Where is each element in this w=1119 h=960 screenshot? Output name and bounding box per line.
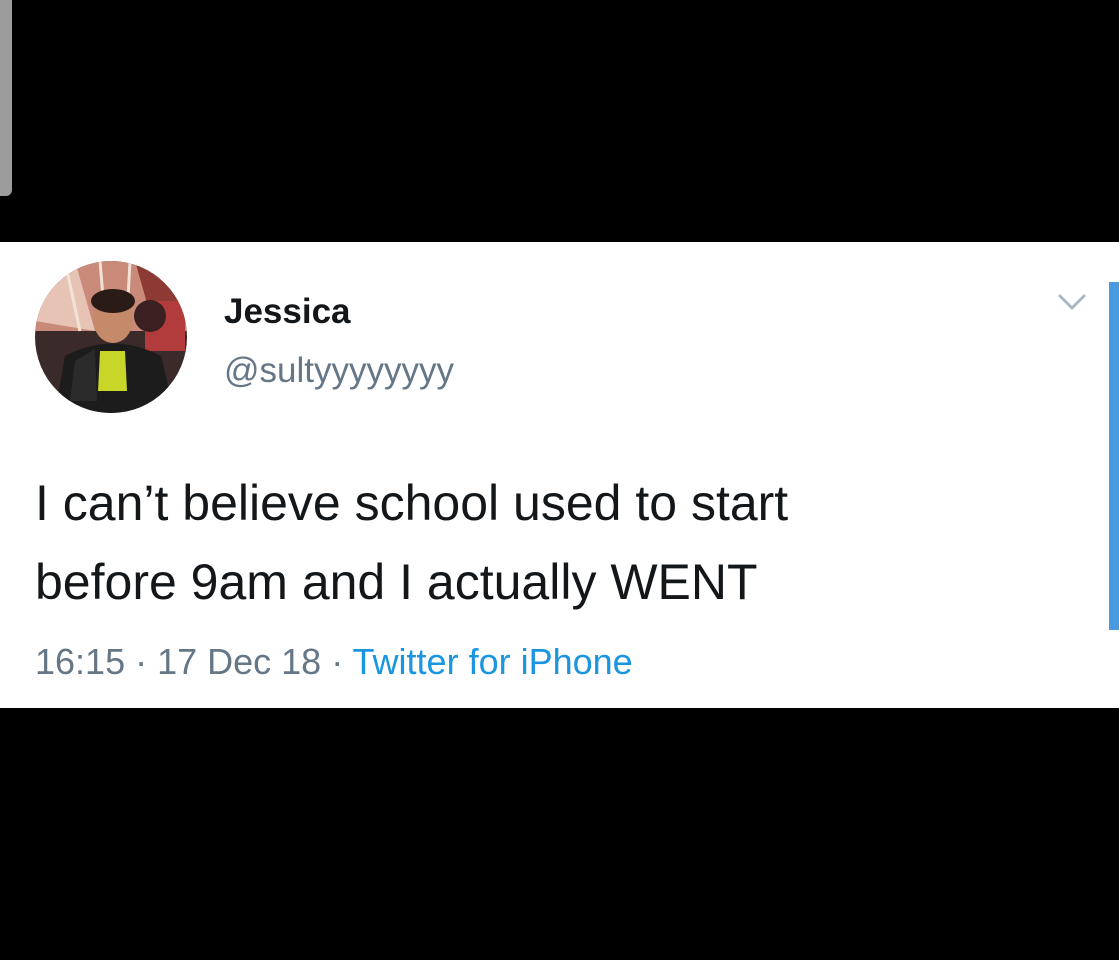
meta-separator: · — [321, 641, 353, 682]
display-name[interactable]: Jessica — [224, 292, 351, 332]
tweet-text-line: I can’t believe school used to start — [35, 475, 789, 531]
meta-separator: · — [125, 641, 158, 682]
tweet-source-link[interactable]: Twitter for iPhone — [353, 641, 633, 682]
tweet-card: Jessica @sultyyyyyyyy I can’t believe sc… — [0, 242, 1119, 708]
tweet-time[interactable]: 16:15 — [35, 641, 125, 682]
tweet-meta: 16:15 · 17 Dec 18 · Twitter for iPhone — [35, 641, 633, 683]
corner-handle — [0, 0, 12, 196]
tweet-text: I can’t believe school used to start bef… — [35, 464, 1045, 622]
tweet-date[interactable]: 17 Dec 18 — [157, 641, 321, 682]
avatar[interactable] — [35, 261, 187, 413]
tweet-text-line: before 9am and I actually WENT — [35, 554, 758, 610]
chevron-down-icon[interactable] — [1054, 290, 1090, 314]
user-handle[interactable]: @sultyyyyyyyy — [224, 351, 454, 391]
accent-bar — [1109, 282, 1119, 630]
screenshot-frame: Jessica @sultyyyyyyyy I can’t believe sc… — [0, 0, 1119, 960]
